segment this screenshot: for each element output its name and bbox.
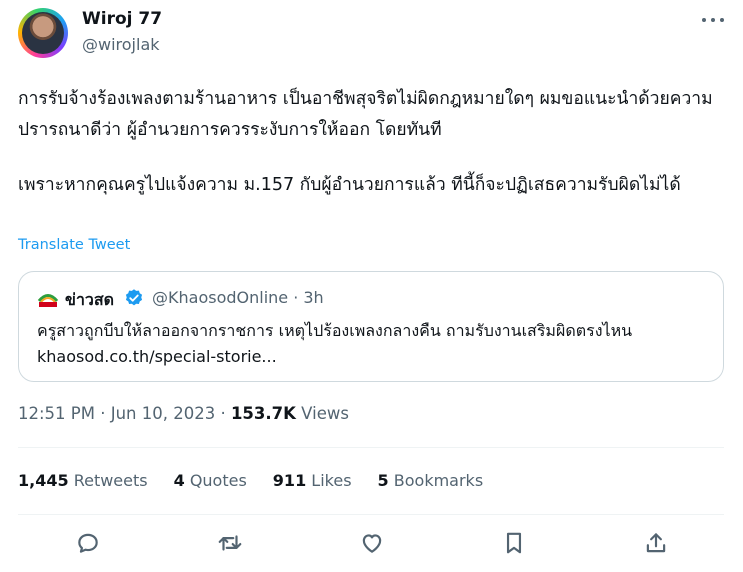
like-icon[interactable]	[359, 530, 385, 556]
khaosod-logo-icon	[37, 294, 59, 307]
action-bar	[0, 530, 743, 560]
retweet-icon[interactable]	[217, 530, 243, 556]
reply-icon[interactable]	[75, 530, 101, 556]
bookmark-icon[interactable]	[501, 530, 527, 556]
divider	[18, 447, 724, 448]
views-count: 153.7K	[230, 404, 296, 423]
tweet-paragraph-1: การรับจ้างร้องเพลงตามร้านอาหาร เป็นอาชีพ…	[18, 89, 713, 140]
tweet-paragraph-2: เพราะหากคุณครูไปแจ้งความ ม.157 กับผู้อำน…	[18, 175, 681, 195]
author-display-name[interactable]: Wiroj 77	[82, 9, 162, 29]
more-icon[interactable]	[702, 12, 724, 28]
stat-label: Likes	[306, 471, 352, 490]
quoted-link: khaosod.co.th/special-storie...	[37, 347, 277, 366]
tweet-meta: 12:51 PM · Jun 10, 2023 · 153.7K Views	[18, 404, 349, 423]
views-label: Views	[295, 404, 349, 423]
quoted-text: ครูสาวถูกบีบให้ลาออกจากราชการ เหตุไปร้อง…	[37, 318, 717, 370]
timestamp[interactable]: 12:51 PM · Jun 10, 2023 ·	[18, 404, 231, 423]
stat-count: 4	[173, 471, 185, 490]
quoted-author-name: ข่าวสด	[65, 290, 115, 309]
quoted-headline: ครูสาวถูกบีบให้ลาออกจากราชการ เหตุไปร้อง…	[37, 321, 633, 340]
translate-tweet-link[interactable]: Translate Tweet	[18, 237, 130, 253]
stat-bookmarks[interactable]: 5 Bookmarks	[378, 471, 484, 490]
stat-retweets[interactable]: 1,445 Retweets	[18, 471, 148, 490]
stat-count: 1,445	[18, 471, 69, 490]
stat-label: Quotes	[184, 471, 247, 490]
author-handle[interactable]: @wirojlak	[82, 35, 160, 54]
share-icon[interactable]	[643, 530, 669, 556]
engagement-stats: 1,445 Retweets 4 Quotes 911 Likes 5 Book…	[18, 471, 509, 490]
verified-badge-icon	[125, 289, 143, 306]
stat-likes[interactable]: 911 Likes	[273, 471, 352, 490]
quoted-tweet-card[interactable]: ข่าวสด @KhaosodOnline · 3h ครูสาวถูกบีบใ…	[18, 271, 724, 382]
stat-count: 911	[272, 471, 307, 490]
quoted-handle-time: @KhaosodOnline · 3h	[152, 288, 324, 307]
stat-count: 5	[377, 471, 389, 490]
divider	[18, 514, 724, 515]
stat-label: Bookmarks	[388, 471, 484, 490]
avatar[interactable]	[18, 8, 68, 58]
stat-quotes[interactable]: 4 Quotes	[174, 471, 247, 490]
stat-label: Retweets	[68, 471, 148, 490]
